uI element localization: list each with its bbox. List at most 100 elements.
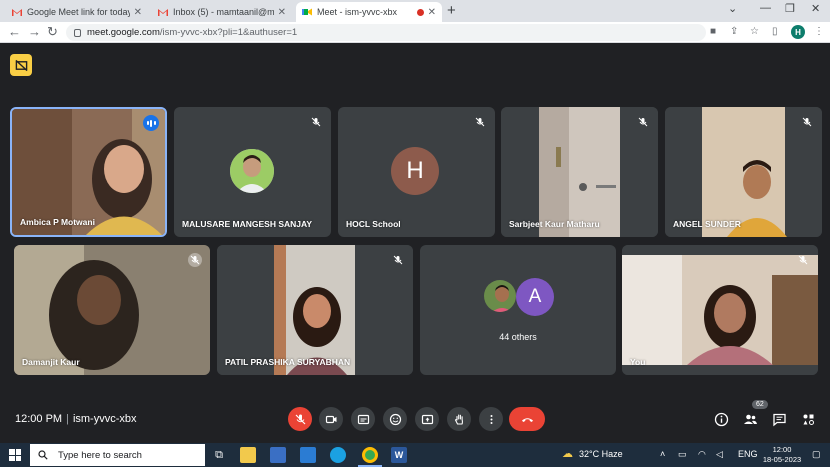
people-button[interactable]	[741, 410, 759, 428]
mail-icon[interactable]	[300, 447, 316, 463]
weather-icon: ☁	[562, 448, 573, 460]
participant-tile[interactable]: Damanjit Kaur	[14, 245, 210, 375]
captions-button[interactable]	[351, 407, 375, 431]
meeting-details-button[interactable]	[712, 410, 730, 428]
mic-toggle-button[interactable]	[288, 407, 312, 431]
reactions-button[interactable]	[383, 407, 407, 431]
close-tab-icon[interactable]: ✕	[134, 7, 142, 18]
current-time: 12:00 PM	[15, 413, 63, 425]
bookmark-star-icon[interactable]: ☆	[750, 26, 759, 37]
tray-expand-icon[interactable]: ˄	[660, 449, 665, 459]
avatar	[482, 278, 518, 314]
notifications-icon[interactable]: ▢	[812, 449, 821, 460]
participant-tile[interactable]: MALUSARE MANGESH SANJAY	[174, 107, 331, 237]
raise-hand-button[interactable]	[447, 407, 471, 431]
taskbar-search-box[interactable]: Type here to search	[30, 444, 205, 466]
meet-stage	[0, 44, 830, 439]
meet-control-bar: 12:00 PM | ism-yvvc-xbx	[0, 400, 830, 438]
close-window-icon[interactable]: ✕	[811, 2, 820, 15]
present-off-icon	[14, 59, 28, 71]
activities-icon	[803, 414, 814, 425]
restore-icon[interactable]: ❐	[785, 2, 795, 15]
minimize-icon[interactable]: —	[760, 2, 771, 14]
more-options-button[interactable]	[479, 407, 503, 431]
volume-icon[interactable]: ◁	[716, 449, 723, 460]
tab-meet[interactable]: Meet - ism-yvvc-xbx ✕	[296, 2, 442, 22]
chat-icon	[772, 413, 786, 426]
browser-toolbar: ← → ↻ meet.google.com/ism-yvvc-xbx?pli=1…	[0, 22, 830, 43]
participant-tile[interactable]: Ambica P Motwani	[10, 107, 167, 237]
windows-taskbar: Type here to search ⧉ W ☁ 32°C Haze ˄ ▭ …	[0, 443, 830, 467]
mic-off-icon	[796, 253, 810, 267]
taskbar-clock[interactable]: 12:00 18-05-2023	[762, 445, 802, 465]
avatar	[230, 149, 274, 193]
mic-off-icon	[636, 115, 650, 129]
participant-name: Sarbjeet Kaur Matharu	[509, 219, 600, 229]
tab-title: Inbox (5) - mamtaanil@mes.ac.in	[173, 7, 274, 17]
meeting-code: ism-yvvc-xbx	[72, 413, 137, 425]
file-explorer-icon[interactable]	[240, 447, 256, 463]
gmail-icon	[158, 7, 168, 17]
network-icon[interactable]: ▭	[678, 449, 687, 460]
tab-search-chevron-icon[interactable]: ⌄	[728, 2, 737, 15]
mic-off-icon	[188, 253, 202, 267]
edge-icon[interactable]	[330, 447, 346, 463]
menu-kebab-icon[interactable]: ⋮	[814, 26, 824, 37]
back-icon[interactable]: ←	[8, 24, 21, 39]
people-icon	[743, 414, 757, 424]
others-count: 44 others	[499, 332, 537, 342]
address-bar[interactable]: meet.google.com/ism-yvvc-xbx?pli=1&authu…	[66, 24, 706, 41]
chrome-icon[interactable]	[362, 447, 378, 463]
tab-google-meet-link[interactable]: Google Meet link for today's web ✕	[6, 2, 148, 22]
language-indicator[interactable]: ENG	[738, 449, 758, 459]
others-tile[interactable]: A 44 others	[420, 245, 616, 375]
emoji-icon	[389, 413, 401, 425]
taskbar-time: 12:00	[772, 445, 792, 454]
camera-in-use-icon[interactable]: ■	[710, 26, 716, 37]
participant-tile[interactable]: Sarbjeet Kaur Matharu	[501, 107, 658, 237]
new-tab-button[interactable]: +	[447, 2, 456, 19]
avatar: A	[516, 278, 554, 316]
reload-icon[interactable]: ↻	[47, 24, 58, 40]
present-screen-icon	[421, 414, 433, 424]
weather-text[interactable]: 32°C Haze	[579, 449, 623, 459]
participant-tile[interactable]: PATIL PRASHIKA SURYABHAN	[217, 245, 413, 375]
forward-icon[interactable]: →	[28, 24, 41, 39]
lock-icon	[74, 28, 81, 37]
close-tab-icon[interactable]: ✕	[428, 7, 436, 18]
close-tab-icon[interactable]: ✕	[278, 7, 286, 18]
store-icon[interactable]	[270, 447, 286, 463]
presentation-off-button[interactable]	[10, 54, 32, 76]
participant-name: ANGEL SUNDER	[673, 219, 741, 229]
meet-icon	[302, 7, 312, 17]
hand-icon	[454, 413, 463, 425]
profile-avatar[interactable]: H	[791, 25, 805, 39]
camera-toggle-button[interactable]	[319, 407, 343, 431]
mic-off-icon	[295, 414, 305, 424]
present-button[interactable]	[415, 407, 439, 431]
captions-icon	[357, 414, 369, 424]
participant-tile[interactable]: H HOCL School	[338, 107, 495, 237]
chat-button[interactable]	[770, 410, 788, 428]
windows-start-icon[interactable]	[9, 449, 21, 461]
video-camera-icon	[325, 415, 336, 423]
tab-title: Google Meet link for today's web	[27, 7, 130, 17]
participant-video	[14, 245, 210, 375]
mic-off-icon	[800, 115, 814, 129]
self-video	[622, 245, 818, 375]
side-panel-icon[interactable]: ▯	[772, 26, 778, 37]
participant-name: HOCL School	[346, 219, 401, 229]
participant-name: Damanjit Kaur	[22, 357, 80, 367]
wifi-icon[interactable]: ◠	[698, 449, 706, 460]
participant-video	[501, 107, 658, 237]
share-icon[interactable]: ⇪	[730, 26, 738, 37]
activities-button[interactable]	[799, 410, 817, 428]
participant-tile-self[interactable]: You	[622, 245, 818, 375]
participant-tile[interactable]: ANGEL SUNDER	[665, 107, 822, 237]
leave-call-button[interactable]	[509, 407, 545, 431]
tab-inbox[interactable]: Inbox (5) - mamtaanil@mes.ac.in ✕	[152, 2, 292, 22]
participant-name: MALUSARE MANGESH SANJAY	[182, 219, 313, 229]
task-view-icon[interactable]: ⧉	[211, 447, 227, 463]
url-host: meet.google.com	[87, 27, 160, 38]
word-icon[interactable]: W	[391, 447, 407, 463]
